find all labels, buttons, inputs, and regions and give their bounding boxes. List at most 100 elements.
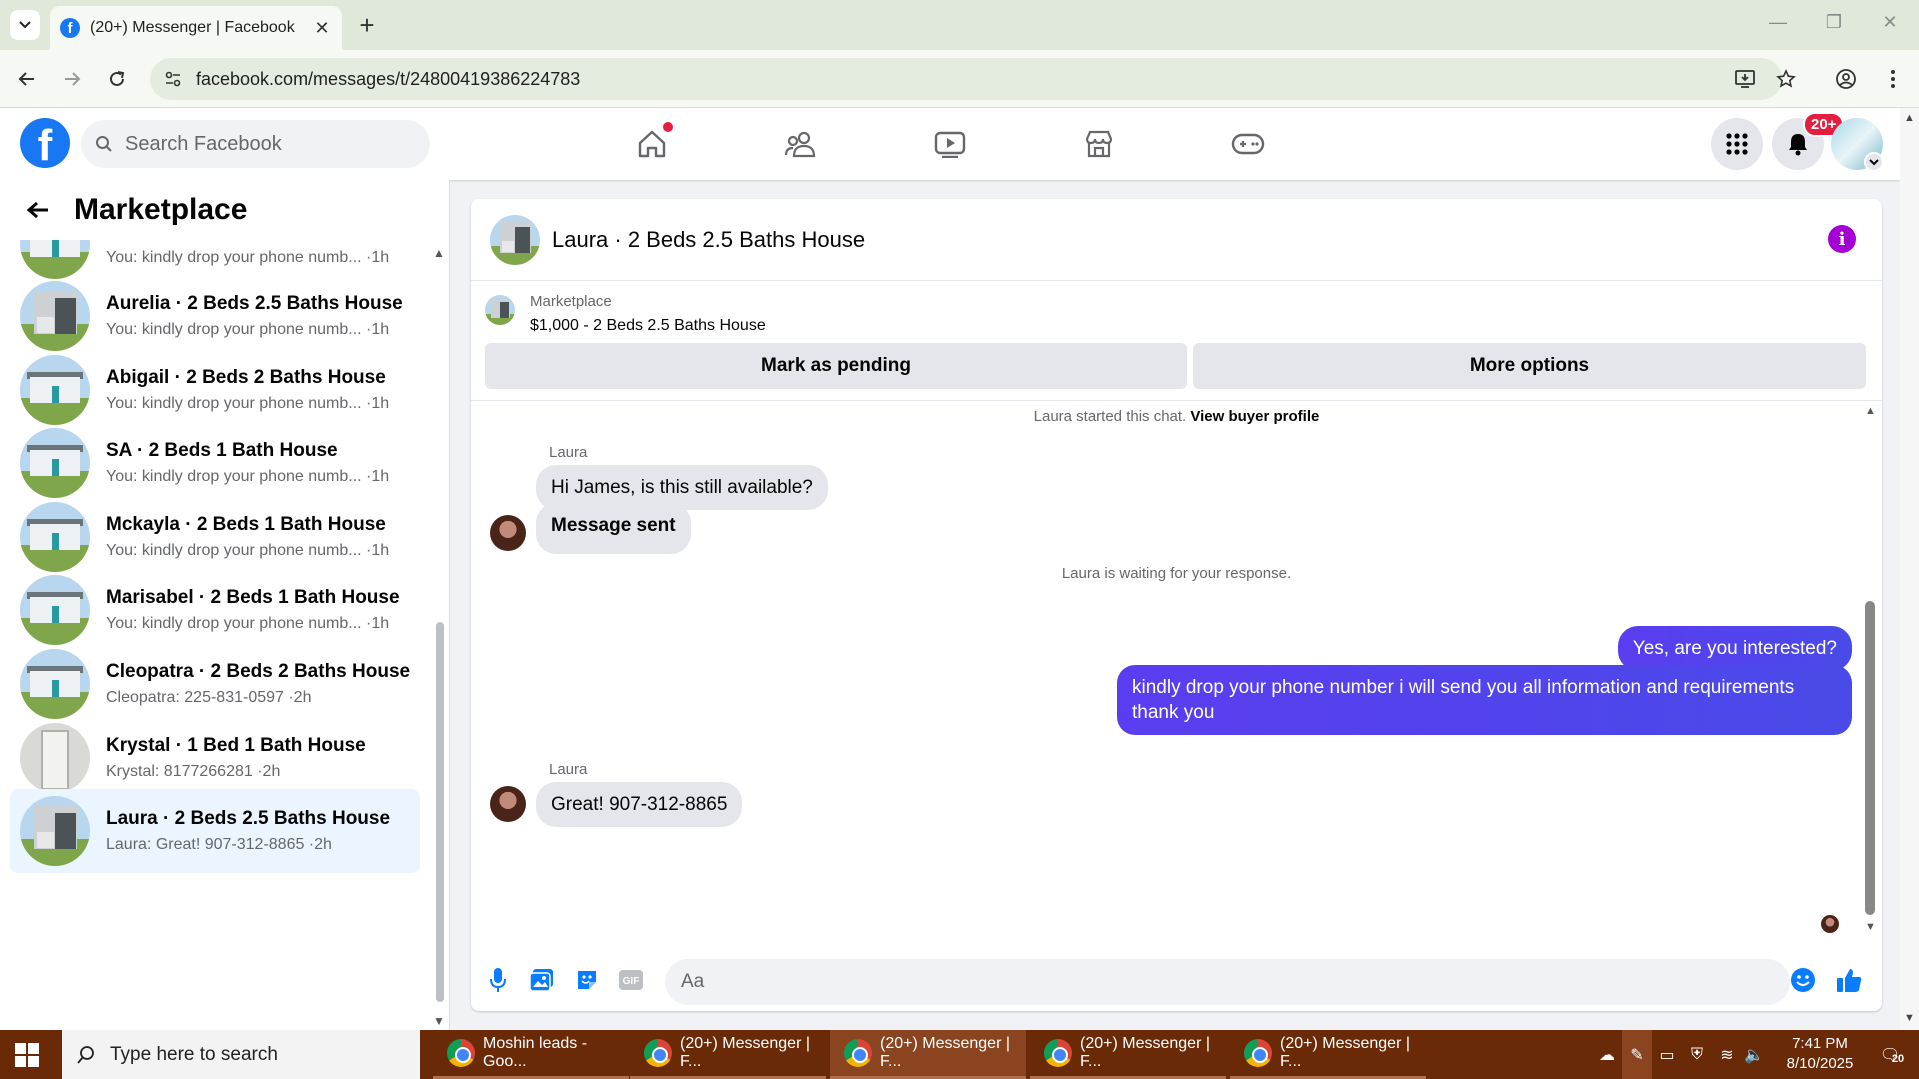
address-bar[interactable]: facebook.com/messages/t/2480041938622478… (150, 58, 1782, 100)
page-scrollbar[interactable]: ▲ ▼ (1900, 108, 1919, 1030)
browser-menu-icon[interactable] (1878, 64, 1908, 94)
voice-clip-icon[interactable] (483, 965, 513, 995)
arrow-right-icon (65, 72, 81, 86)
mark-as-pending-button[interactable]: Mark as pending (485, 343, 1187, 389)
chat-scroll-down-icon[interactable]: ▼ (1865, 921, 1876, 933)
chat-listing-thumbnail[interactable] (490, 214, 540, 265)
taskbar-app-button[interactable]: (20+) Messenger | F... (1030, 1030, 1226, 1079)
taskbar-app-button[interactable]: Moshin leads - Goo... (433, 1030, 629, 1079)
message-input[interactable] (665, 959, 1790, 1005)
chrome-icon (844, 1039, 872, 1067)
outgoing-message[interactable]: kindly drop your phone number i will sen… (1117, 665, 1852, 735)
account-chevron-icon[interactable] (1864, 152, 1884, 172)
bell-icon (1789, 134, 1807, 156)
browser-tab-active[interactable]: f (20+) Messenger | Facebook ✕ (50, 6, 342, 50)
attach-photo-icon[interactable] (527, 965, 557, 995)
notification-center-icon[interactable]: 🗨 20 (1870, 1030, 1910, 1079)
onedrive-icon[interactable]: ☁ (1592, 1030, 1622, 1079)
pen-icon[interactable]: ✎ (1622, 1030, 1652, 1079)
more-options-button[interactable]: More options (1193, 343, 1866, 389)
sidebar-scrollbar-thumb[interactable] (436, 622, 444, 1002)
chat-header: Laura · 2 Beds 2.5 Baths House i (471, 199, 1882, 281)
close-tab-icon[interactable]: ✕ (312, 18, 332, 39)
grid-icon (1726, 133, 1748, 155)
new-tab-button[interactable]: + (352, 10, 382, 40)
page-scroll-down-icon[interactable]: ▼ (1904, 1012, 1915, 1024)
volume-icon[interactable]: 🔈 (1742, 1030, 1766, 1079)
svg-text:GIF: GIF (623, 976, 640, 987)
conversation-info-icon[interactable]: i (1828, 225, 1856, 253)
nav-marketplace-icon[interactable] (1079, 124, 1119, 164)
taskbar-clock[interactable]: 7:41 PM 8/10/2025 (1765, 1034, 1875, 1074)
menu-grid-button[interactable] (1711, 118, 1763, 170)
taskbar-app-button[interactable]: (20+) Messenger | F... (830, 1030, 1026, 1079)
emoji-icon[interactable] (1788, 965, 1818, 995)
security-shield-icon[interactable]: ⛨ (1682, 1030, 1712, 1079)
taskbar-app-label: (20+) Messenger | F... (1080, 1035, 1210, 1070)
search-placeholder: Search Facebook (125, 132, 282, 155)
chat-title[interactable]: Laura · 2 Beds 2.5 Baths House (552, 227, 865, 253)
nav-gaming-icon[interactable] (1228, 124, 1268, 164)
conversation-item[interactable]: Mckayla · 2 Beds 1 Bath House You: kindly… (10, 495, 420, 579)
bookmark-star-icon[interactable] (1771, 64, 1801, 94)
scroll-down-arrow-icon[interactable]: ▼ (433, 1014, 445, 1028)
taskbar-app-button[interactable]: (20+) Messenger | F... (1230, 1030, 1426, 1079)
incoming-message[interactable]: Great! 907-312-8865 (536, 782, 743, 827)
laura-avatar[interactable] (490, 786, 526, 822)
chat-scrollbar-thumb[interactable] (1865, 601, 1875, 915)
nav-watch-icon[interactable] (930, 124, 970, 164)
windows-start-icon[interactable] (14, 1042, 40, 1068)
like-thumbs-up-icon[interactable] (1834, 965, 1864, 995)
wifi-icon[interactable]: ≋ (1712, 1030, 1742, 1079)
url-text: facebook.com/messages/t/2480041938622478… (196, 68, 581, 89)
listing-price[interactable]: $1,000 - 2 Beds 2.5 Baths House (530, 317, 766, 335)
conversation-item[interactable]: Marisabel · 2 Beds 1 Bath House You: kind… (10, 568, 420, 652)
laura-avatar[interactable] (490, 515, 526, 551)
notification-center-count: 20 (1891, 1052, 1905, 1065)
listing-thumbnail[interactable] (485, 295, 515, 325)
facebook-logo-icon[interactable]: f (20, 118, 70, 168)
conversation-item[interactable]: Krystal · 1 Bed 1 Bath House Krystal: 817… (10, 716, 420, 800)
sender-name: Laura (549, 761, 588, 778)
taskbar-app-label: Moshin leads - Goo... (483, 1035, 588, 1070)
nav-friends-icon[interactable] (781, 124, 821, 164)
profile-icon[interactable] (1831, 64, 1861, 94)
facebook-search-input[interactable]: Search Facebook (81, 120, 430, 168)
restore-button[interactable]: ❐ (1814, 12, 1854, 33)
tab-search-button[interactable] (10, 10, 40, 40)
conversation-item[interactable]: Cleopatra · 2 Beds 2 Baths House Cleopatr… (10, 642, 420, 726)
conversation-item[interactable]: Aurelia · 2 Beds 2.5 Baths House You: kin… (10, 274, 420, 358)
search-icon (77, 1045, 94, 1064)
browser-toolbar: facebook.com/messages/t/2480041938622478… (0, 50, 1919, 108)
taskbar-search-input[interactable]: Type here to search (62, 1030, 420, 1079)
chat-scroll-up-icon[interactable]: ▲ (1865, 405, 1876, 417)
back-button[interactable] (12, 64, 42, 94)
chat-started-notice: Laura started this chat. View buyer prof… (471, 408, 1882, 425)
install-app-icon[interactable] (1730, 64, 1760, 94)
sticker-icon[interactable] (572, 965, 602, 995)
scroll-up-arrow-icon[interactable]: ▲ (433, 246, 445, 260)
taskbar-app-button[interactable]: (20+) Messenger | F... (630, 1030, 826, 1079)
close-window-button[interactable]: ✕ (1870, 12, 1910, 33)
listing-source-label: Marketplace (530, 293, 612, 310)
clock-time: 7:41 PM (1792, 1035, 1848, 1052)
marketplace-title: Marketplace (74, 193, 248, 226)
conversation-thumbnail (20, 796, 90, 866)
battery-icon[interactable]: ▭ (1652, 1030, 1682, 1079)
conversation-preview: You: kindly drop your phone numb... ·1h (106, 395, 390, 412)
back-arrow-icon[interactable] (26, 200, 50, 220)
forward-button[interactable] (57, 64, 87, 94)
conversation-item[interactable]: Laura · 2 Beds 2.5 Baths House Laura: Gre… (10, 789, 420, 873)
search-icon (96, 136, 112, 152)
chat-started-text: Laura started this chat. (1033, 408, 1187, 425)
reload-button[interactable] (102, 64, 132, 94)
gif-icon[interactable]: GIF (616, 965, 646, 995)
conversation-item[interactable]: Abigail · 2 Beds 2 Baths House You: kindl… (10, 348, 420, 432)
incoming-message[interactable]: Message sent (536, 503, 691, 554)
view-buyer-profile-link[interactable]: View buyer profile (1190, 408, 1319, 425)
minimize-button[interactable]: — (1758, 12, 1798, 33)
conversation-item[interactable]: SA · 2 Beds 1 Bath House You: kindly drop… (10, 421, 420, 505)
taskbar-search-placeholder: Type here to search (110, 1043, 278, 1065)
site-info-icon (165, 71, 181, 87)
page-scroll-up-icon[interactable]: ▲ (1904, 112, 1915, 124)
